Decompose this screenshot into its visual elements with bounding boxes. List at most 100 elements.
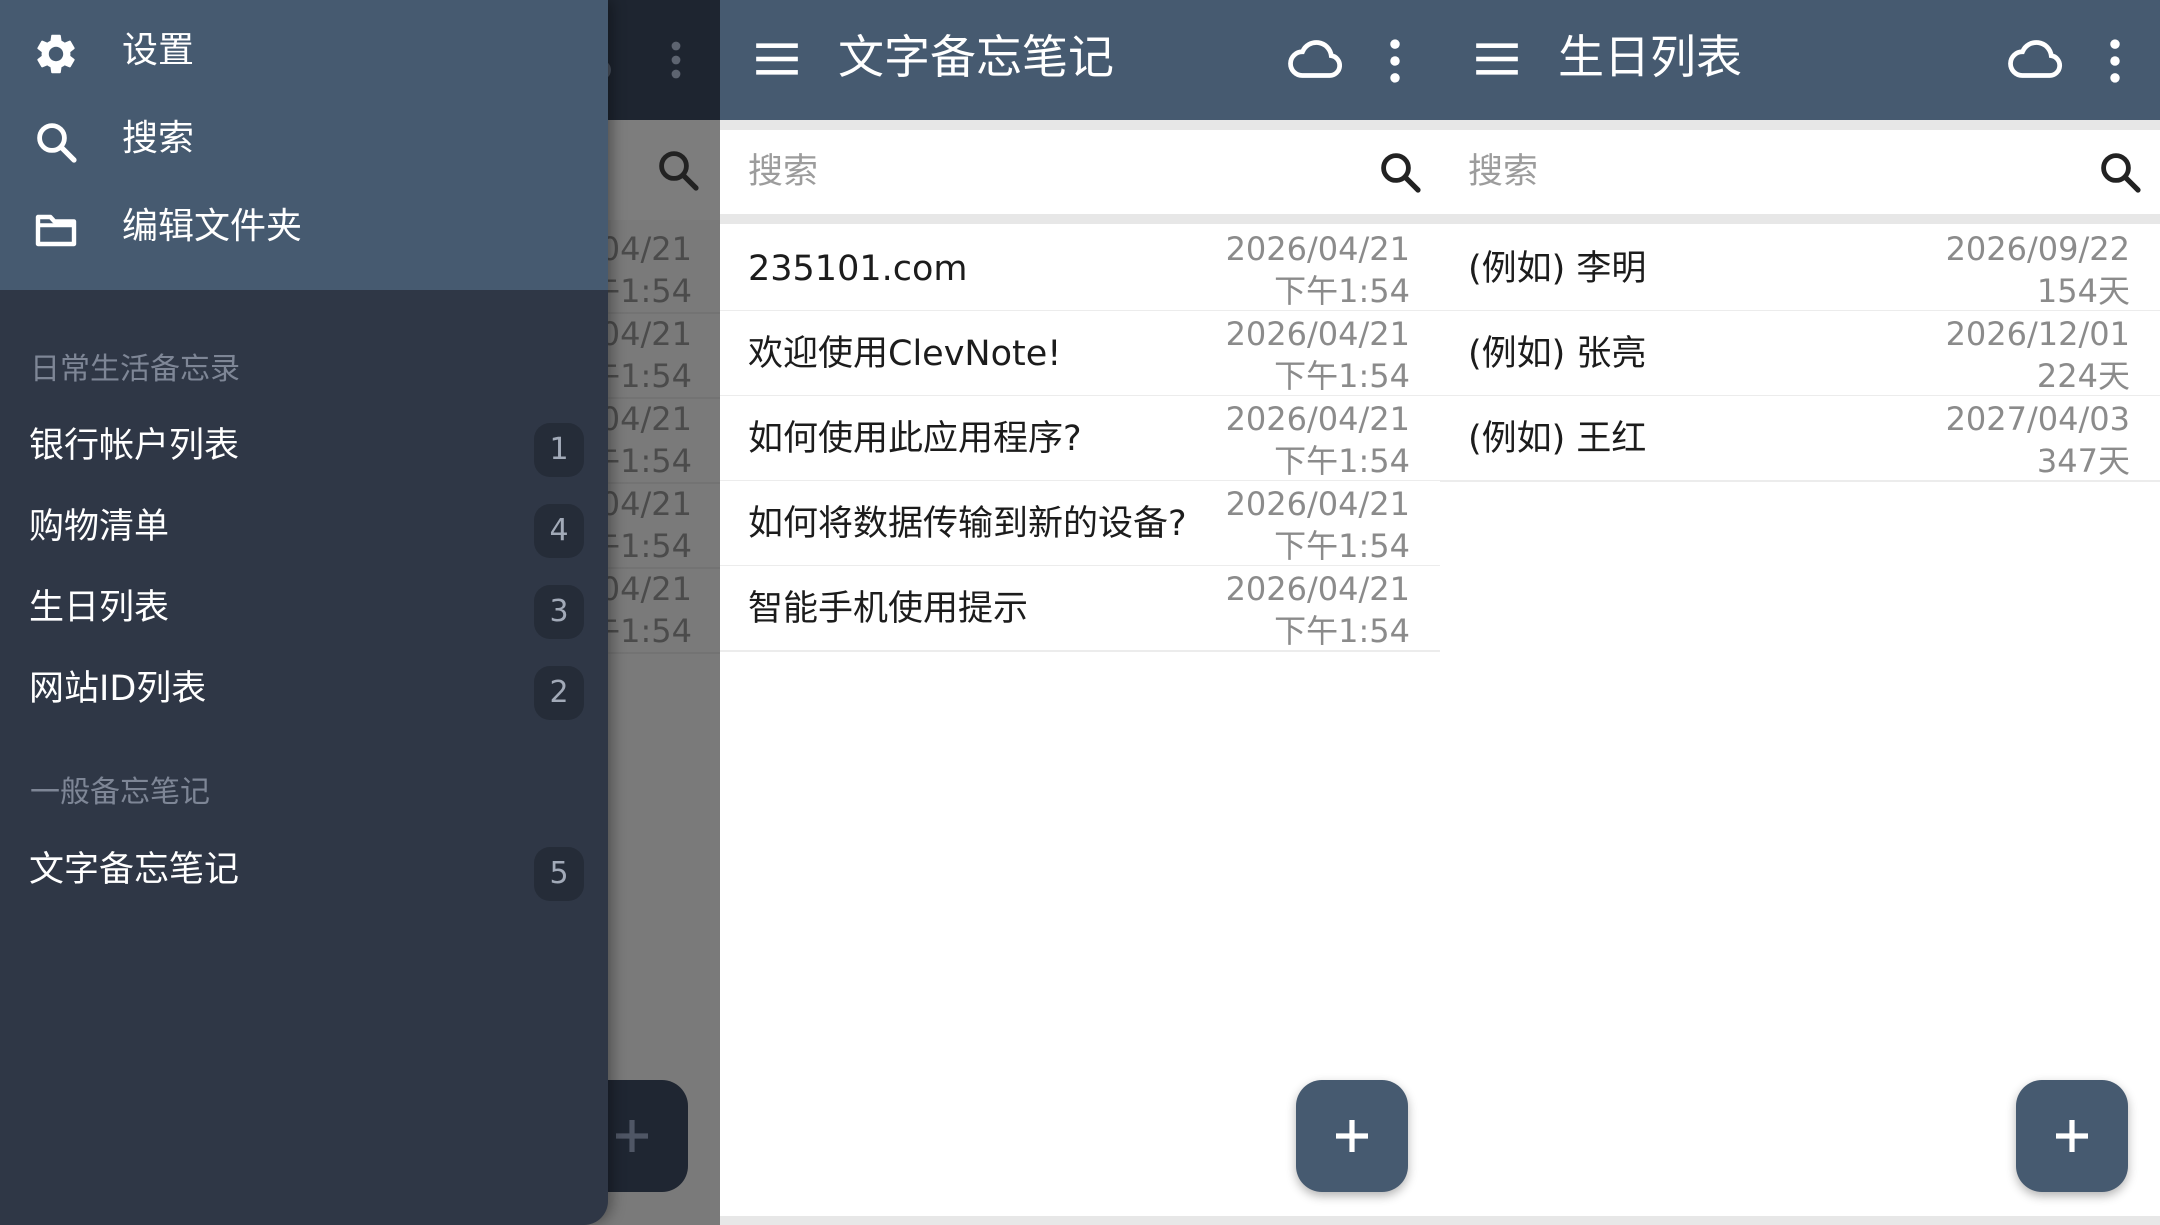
drawer-folder-item[interactable]: 生日列表 3 xyxy=(0,567,608,649)
note-date: 04/21 xyxy=(599,230,692,268)
drawer-menu-label: 设置 xyxy=(122,30,195,71)
folder-label: 网站ID列表 xyxy=(29,669,207,709)
search-icon[interactable] xyxy=(1376,148,1424,196)
folder-label: 银行帐户列表 xyxy=(29,426,240,466)
more-options-icon[interactable] xyxy=(1380,34,1410,88)
divider xyxy=(1440,120,2160,130)
plus-icon xyxy=(1336,1120,1368,1152)
folder-icon xyxy=(35,214,77,247)
birthday-name: (例如) 李明 xyxy=(1468,249,1647,289)
search-bar xyxy=(720,130,1440,214)
hamburger-menu-icon[interactable] xyxy=(752,34,802,84)
note-date: 2026/04/21 xyxy=(1225,230,1410,268)
note-date: 04/21 xyxy=(599,570,692,608)
birthday-row[interactable]: (例如) 王红 2027/04/03 347天 xyxy=(1440,396,2160,482)
drawer-menu-edit-folders[interactable]: 编辑文件夹 xyxy=(0,184,608,272)
note-timestamp: 2026/04/21 下午1:54 xyxy=(1226,398,1410,482)
add-birthday-button[interactable] xyxy=(2016,1080,2128,1192)
birthday-date: 2026/12/01 xyxy=(1945,315,2130,353)
page-title: 生日列表 xyxy=(1558,30,1742,84)
bottom-divider xyxy=(1440,1216,2160,1225)
divider xyxy=(720,214,1440,224)
note-timestamp: 2026/04/21 下午1:54 xyxy=(1226,568,1410,652)
note-row[interactable]: 如何使用此应用程序? 2026/04/21 下午1:54 xyxy=(720,396,1440,482)
drawer-menu-label: 编辑文件夹 xyxy=(122,206,303,247)
app-bar: 文字备忘笔记 xyxy=(720,0,1440,120)
add-note-button[interactable] xyxy=(1296,1080,1408,1192)
note-timestamp: 2026/04/21 下午1:54 xyxy=(1226,483,1410,567)
note-row[interactable]: 如何将数据传输到新的设备? 2026/04/21 下午1:54 xyxy=(720,481,1440,567)
notes-list-pane: 文字备忘笔记 235101.com 2026/04/21 下午1:54 欢迎使用… xyxy=(720,0,1440,1225)
search-bar xyxy=(1440,130,2160,214)
folder-label: 文字备忘笔记 xyxy=(29,850,240,890)
note-timestamp: 2026/04/21 下午1:54 xyxy=(1226,313,1410,397)
note-date: 04/21 xyxy=(599,315,692,353)
more-options-icon[interactable] xyxy=(664,36,688,84)
birthday-date: 2026/09/22 xyxy=(1945,230,2130,268)
bottom-divider xyxy=(720,1216,1440,1225)
more-options-icon[interactable] xyxy=(2100,34,2130,88)
note-date: 2026/04/21 xyxy=(1225,400,1410,438)
folder-label: 购物清单 xyxy=(29,507,170,547)
note-date: 2026/04/21 xyxy=(1225,485,1410,523)
note-time: 下午1:54 xyxy=(1274,357,1410,395)
count-badge: 4 xyxy=(534,504,584,558)
note-row[interactable]: 智能手机使用提示 2026/04/21 下午1:54 xyxy=(720,566,1440,652)
drawer-folder-item[interactable]: 银行帐户列表 1 xyxy=(0,405,608,487)
drawer-header: 设置 搜索 编辑文件夹 xyxy=(0,0,608,290)
note-time: 下午1:54 xyxy=(1274,272,1410,310)
cloud-sync-icon[interactable] xyxy=(1286,32,1346,84)
birthday-info: 2026/09/22 154天 xyxy=(1946,228,2130,312)
cloud-sync-icon[interactable] xyxy=(2006,32,2066,84)
birthday-name: (例如) 张亮 xyxy=(1468,334,1647,374)
note-time: 下午1:54 xyxy=(1274,442,1410,480)
count-badge: 3 xyxy=(534,585,584,639)
birthday-name: (例如) 王红 xyxy=(1468,419,1647,459)
note-date: 2026/04/21 xyxy=(1225,315,1410,353)
note-date: 2026/04/21 xyxy=(1225,570,1410,608)
app-bar: 生日列表 xyxy=(1440,0,2160,120)
birthday-list-pane: 生日列表 (例如) 李明 2026/09/22 154天 (例如) 张亮 202… xyxy=(1440,0,2160,1225)
search-input[interactable] xyxy=(748,144,1308,200)
divider xyxy=(720,120,1440,130)
drawer-menu-label: 搜索 xyxy=(122,118,195,159)
drawer-section-title: 一般备忘笔记 xyxy=(30,775,210,810)
note-row[interactable]: 235101.com 2026/04/21 下午1:54 xyxy=(720,226,1440,312)
birthday-info: 2026/12/01 224天 xyxy=(1946,313,2130,397)
folder-label: 生日列表 xyxy=(29,588,170,628)
plus-icon xyxy=(2056,1120,2088,1152)
note-row[interactable]: 欢迎使用ClevNote! 2026/04/21 下午1:54 xyxy=(720,311,1440,397)
gear-icon xyxy=(37,34,75,74)
birthday-info: 2027/04/03 347天 xyxy=(1946,398,2130,482)
page-title: 文字备忘笔记 xyxy=(838,30,1114,84)
note-title: 智能手机使用提示 xyxy=(748,589,1029,629)
days-remaining: 347天 xyxy=(2036,442,2130,480)
search-icon xyxy=(37,123,77,163)
drawer-folder-item[interactable]: 文字备忘笔记 5 xyxy=(0,829,608,911)
search-input[interactable] xyxy=(1468,144,2028,200)
drawer-folder-item[interactable]: 购物清单 4 xyxy=(0,486,608,568)
search-icon[interactable] xyxy=(2096,148,2144,196)
note-time: 下午1:54 xyxy=(1274,527,1410,565)
drawer-folder-item[interactable]: 网站ID列表 2 xyxy=(0,648,608,730)
drawer-menu-settings[interactable]: 设置 xyxy=(0,8,608,96)
count-badge: 2 xyxy=(534,666,584,720)
note-title: 如何使用此应用程序? xyxy=(748,419,1082,459)
birthday-date: 2027/04/03 xyxy=(1945,400,2130,438)
note-title: 欢迎使用ClevNote! xyxy=(748,334,1062,374)
note-date: 04/21 xyxy=(599,400,692,438)
birthday-row[interactable]: (例如) 李明 2026/09/22 154天 xyxy=(1440,226,2160,312)
note-date: 04/21 xyxy=(599,485,692,523)
days-remaining: 224天 xyxy=(2036,357,2130,395)
hamburger-menu-icon[interactable] xyxy=(1472,34,1522,84)
note-title: 如何将数据传输到新的设备? xyxy=(748,504,1187,544)
birthday-row[interactable]: (例如) 张亮 2026/12/01 224天 xyxy=(1440,311,2160,397)
search-icon[interactable] xyxy=(654,146,702,194)
drawer-menu-search[interactable]: 搜索 xyxy=(0,96,608,184)
divider xyxy=(1440,214,2160,224)
count-badge: 1 xyxy=(534,423,584,477)
navigation-drawer: 设置 搜索 编辑文件夹 日常生活备忘录 银行帐户列表 1 购物清单 4 生日列表… xyxy=(0,0,608,1225)
note-time: 下午1:54 xyxy=(1274,612,1410,650)
note-timestamp: 2026/04/21 下午1:54 xyxy=(1226,228,1410,312)
drawer-section-title: 日常生活备忘录 xyxy=(30,352,240,387)
